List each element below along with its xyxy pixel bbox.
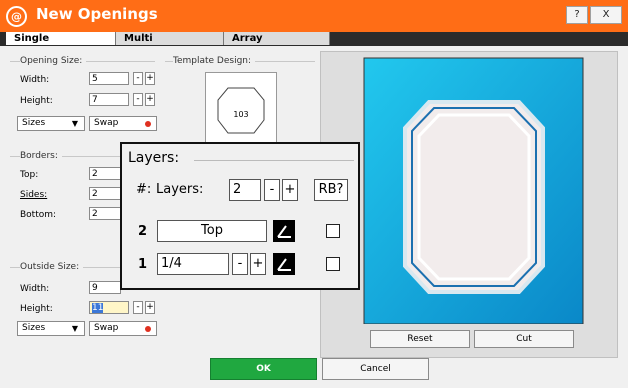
opening-width-label: Width: xyxy=(20,75,50,85)
layer-1-checkbox[interactable] xyxy=(326,257,340,271)
swap-icon xyxy=(145,326,151,332)
layer-2-bevel-icon[interactable] xyxy=(273,220,295,242)
opening-width-input[interactable]: 5 xyxy=(89,72,129,85)
mat-preview xyxy=(363,57,584,325)
chevron-down-icon: ▼ xyxy=(71,324,78,333)
opening-width-minus[interactable]: - xyxy=(133,72,143,85)
tab-multi[interactable]: Multi xyxy=(116,32,224,45)
layers-popup-title: Layers: xyxy=(128,150,184,166)
preview-panel xyxy=(320,51,618,358)
tab-array[interactable]: Array xyxy=(224,32,330,45)
border-sides-label[interactable]: Sides: xyxy=(20,190,47,200)
border-sides-input[interactable]: 2 xyxy=(89,187,121,200)
help-button[interactable]: ? xyxy=(566,6,588,24)
opening-width-plus[interactable]: + xyxy=(145,72,155,85)
ok-button[interactable]: OK xyxy=(210,358,317,380)
outside-sizes-label: Sizes xyxy=(22,323,46,333)
reset-button[interactable]: Reset xyxy=(370,330,470,348)
border-top-input[interactable]: 2 xyxy=(89,167,121,180)
outside-swap-button[interactable]: Swap xyxy=(89,321,157,336)
opening-height-label: Height: xyxy=(20,96,53,106)
layer-row-2-number: 2 xyxy=(138,224,148,239)
outside-height-plus[interactable]: + xyxy=(145,301,155,314)
layer-1-minus[interactable]: - xyxy=(232,253,248,275)
layer-1-bevel-icon[interactable] xyxy=(273,253,295,275)
opening-height-input[interactable]: 7 xyxy=(89,93,129,106)
layers-hash-label: #: xyxy=(136,182,152,197)
border-bottom-input[interactable]: 2 xyxy=(89,207,121,220)
outside-size-label: Outside Size: xyxy=(20,262,84,272)
outside-width-label: Width: xyxy=(20,284,50,294)
border-top-label: Top: xyxy=(20,170,39,180)
outside-sizes-dropdown[interactable]: Sizes ▼ xyxy=(17,321,85,336)
opening-height-plus[interactable]: + xyxy=(145,93,155,106)
template-design-thumbnail[interactable]: 103 xyxy=(205,72,277,144)
opening-swap-button[interactable]: Swap xyxy=(89,116,157,131)
outside-width-input[interactable]: 9 xyxy=(89,281,121,294)
border-bottom-label: Bottom: xyxy=(20,210,57,220)
app-logo-icon: @ xyxy=(6,6,27,27)
layers-count-input[interactable]: 2 xyxy=(229,179,261,201)
template-design-label: Template Design: xyxy=(173,56,256,66)
outside-height-value: 11 xyxy=(92,303,104,313)
borders-label: Borders: xyxy=(20,151,62,161)
layers-count-minus[interactable]: - xyxy=(264,179,280,201)
layer-1-plus[interactable]: + xyxy=(250,253,266,275)
window-title: New Openings xyxy=(36,5,158,23)
layers-divider xyxy=(194,160,354,161)
opening-size-label: Opening Size: xyxy=(20,56,87,66)
outside-swap-label: Swap xyxy=(94,323,119,333)
swap-icon xyxy=(145,121,151,127)
chevron-down-icon: ▼ xyxy=(71,119,78,128)
layers-count-plus[interactable]: + xyxy=(282,179,298,201)
close-button[interactable]: X xyxy=(590,6,622,24)
opening-sizes-label: Sizes xyxy=(22,118,46,128)
layers-popup: Layers: #: Layers: 2 - + RB? 2 Top 1 1/4… xyxy=(120,142,360,290)
opening-height-minus[interactable]: - xyxy=(133,93,143,106)
layer-2-select[interactable]: Top xyxy=(157,220,267,242)
layer-2-checkbox[interactable] xyxy=(326,224,340,238)
layer-1-input[interactable]: 1/4 xyxy=(157,253,229,275)
cut-button[interactable]: Cut xyxy=(474,330,574,348)
template-code: 103 xyxy=(233,110,249,119)
opening-sizes-dropdown[interactable]: Sizes ▼ xyxy=(17,116,85,131)
tab-single[interactable]: Single xyxy=(6,32,116,45)
template-octagon-icon xyxy=(217,87,265,134)
opening-swap-label: Swap xyxy=(94,118,119,128)
outside-height-label: Height: xyxy=(20,304,53,314)
outside-height-input[interactable]: 11 xyxy=(89,301,129,314)
layers-count-label: Layers: xyxy=(156,182,204,197)
cancel-button[interactable]: Cancel xyxy=(322,358,429,380)
rb-button[interactable]: RB? xyxy=(314,179,348,201)
outside-height-minus[interactable]: - xyxy=(133,301,143,314)
layer-row-1-number: 1 xyxy=(138,257,148,272)
